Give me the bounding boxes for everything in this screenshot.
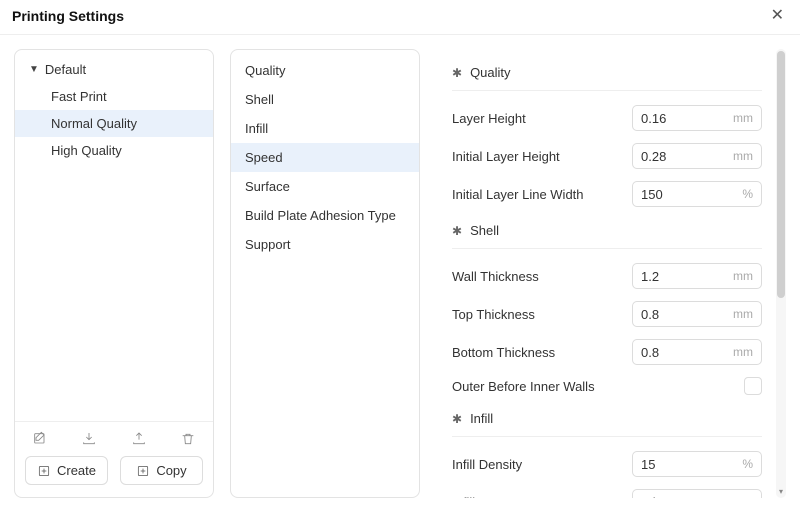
- copy-button[interactable]: Copy: [120, 456, 203, 485]
- gear-icon: ✱: [452, 224, 462, 238]
- divider: [452, 436, 762, 437]
- input-layer-height[interactable]: 0.16 mm: [632, 105, 762, 131]
- select-infill-pattern[interactable]: Tri-Hexagon ⌄: [632, 489, 762, 498]
- titlebar: Printing Settings ✕: [0, 0, 800, 35]
- section-header-shell[interactable]: ✱ Shell: [444, 213, 770, 244]
- settings-panel: ✱ Quality Layer Height 0.16 mm Initial L…: [436, 49, 770, 498]
- profile-group-default[interactable]: ▼ Default: [15, 56, 213, 83]
- row-infill-density: Infill Density 15 %: [444, 445, 770, 483]
- divider: [452, 248, 762, 249]
- divider: [452, 90, 762, 91]
- row-outer-before-inner: Outer Before Inner Walls: [444, 371, 770, 401]
- category-speed[interactable]: Speed: [231, 143, 419, 172]
- profile-buttons-row: Create Copy: [25, 456, 203, 485]
- profile-item-high-quality[interactable]: High Quality: [15, 137, 213, 164]
- scroll-down-icon[interactable]: ▾: [776, 487, 786, 496]
- category-support[interactable]: Support: [231, 230, 419, 259]
- input-top-thickness[interactable]: 0.8 mm: [632, 301, 762, 327]
- close-icon[interactable]: ✕: [767, 6, 788, 26]
- row-layer-height: Layer Height 0.16 mm: [444, 99, 770, 137]
- profiles-tree: ▼ Default Fast Print Normal Quality High…: [15, 50, 213, 421]
- row-top-thickness: Top Thickness 0.8 mm: [444, 295, 770, 333]
- row-initial-layer-line-width: Initial Layer Line Width 150 %: [444, 175, 770, 213]
- input-bottom-thickness[interactable]: 0.8 mm: [632, 339, 762, 365]
- section-header-quality[interactable]: ✱ Quality: [444, 55, 770, 86]
- copy-icon: [136, 464, 150, 478]
- input-initial-layer-line-width[interactable]: 150 %: [632, 181, 762, 207]
- chevron-down-icon: ▼: [29, 64, 39, 75]
- delete-icon[interactable]: [179, 430, 197, 448]
- gear-icon: ✱: [452, 412, 462, 426]
- profile-item-normal-quality[interactable]: Normal Quality: [15, 110, 213, 137]
- row-wall-thickness: Wall Thickness 1.2 mm: [444, 257, 770, 295]
- row-infill-pattern: Infill Pattern Tri-Hexagon ⌄: [444, 483, 770, 498]
- row-bottom-thickness: Bottom Thickness 0.8 mm: [444, 333, 770, 371]
- section-header-infill[interactable]: ✱ Infill: [444, 401, 770, 432]
- profile-action-icons: [25, 430, 203, 456]
- settings-scrollbar[interactable]: ▾: [776, 49, 786, 498]
- dialog-title: Printing Settings: [12, 8, 124, 24]
- input-wall-thickness[interactable]: 1.2 mm: [632, 263, 762, 289]
- input-infill-density[interactable]: 15 %: [632, 451, 762, 477]
- category-quality[interactable]: Quality: [231, 56, 419, 85]
- settings-panel-wrap: ✱ Quality Layer Height 0.16 mm Initial L…: [436, 49, 786, 498]
- gear-icon: ✱: [452, 66, 462, 80]
- scrollbar-thumb[interactable]: [777, 51, 785, 298]
- category-shell[interactable]: Shell: [231, 85, 419, 114]
- create-button[interactable]: Create: [25, 456, 108, 485]
- categories-panel: Quality Shell Infill Speed Surface Build…: [230, 49, 420, 498]
- category-infill[interactable]: Infill: [231, 114, 419, 143]
- input-initial-layer-height[interactable]: 0.28 mm: [632, 143, 762, 169]
- category-build-plate-adhesion[interactable]: Build Plate Adhesion Type: [231, 201, 419, 230]
- profiles-footer: Create Copy: [15, 421, 213, 497]
- plus-icon: [37, 464, 51, 478]
- row-initial-layer-height: Initial Layer Height 0.28 mm: [444, 137, 770, 175]
- label-layer-height: Layer Height: [452, 111, 632, 126]
- content-area: ▼ Default Fast Print Normal Quality High…: [0, 35, 800, 511]
- checkbox-outer-before-inner[interactable]: [744, 377, 762, 395]
- category-surface[interactable]: Surface: [231, 172, 419, 201]
- profile-item-fast-print[interactable]: Fast Print: [15, 83, 213, 110]
- import-icon[interactable]: [80, 430, 98, 448]
- edit-icon[interactable]: [31, 430, 49, 448]
- chevron-down-icon: ⌄: [745, 497, 761, 499]
- profile-group-label: Default: [45, 62, 86, 77]
- export-icon[interactable]: [130, 430, 148, 448]
- profiles-panel: ▼ Default Fast Print Normal Quality High…: [14, 49, 214, 498]
